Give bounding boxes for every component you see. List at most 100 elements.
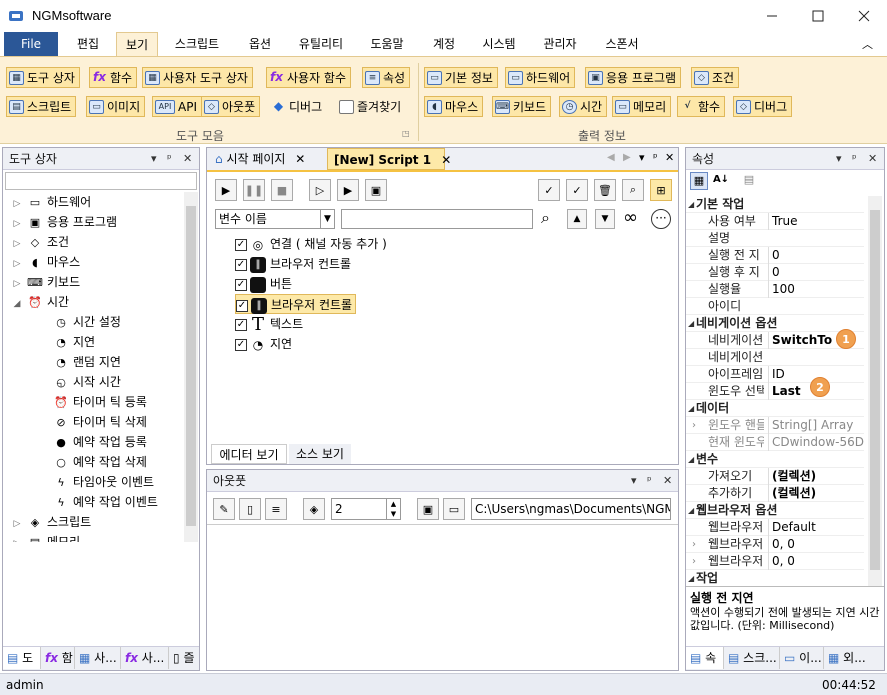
pin-icon[interactable]: ᵖ — [647, 470, 652, 492]
maximize-button[interactable] — [795, 0, 841, 32]
expander-icon[interactable]: ▷ — [11, 534, 23, 542]
panel-close-icon[interactable]: ✕ — [868, 148, 877, 170]
tree-item[interactable]: ◔ 랜덤 지연 — [3, 352, 121, 372]
close-button[interactable] — [841, 0, 887, 32]
delete-button[interactable]: 🗑 — [594, 179, 616, 201]
output-button[interactable]: ◇ 아웃풋 — [201, 96, 261, 117]
action-checkbox[interactable]: ✓ — [235, 338, 247, 351]
expander-icon[interactable]: ▷ — [11, 214, 23, 234]
scrollbar-thumb[interactable] — [870, 210, 880, 570]
tab-functions[interactable]: fx 함 — [41, 647, 75, 669]
tab-script-1[interactable]: [New] Script 1 ✕ — [327, 148, 451, 170]
property-category[interactable]: ◢ 작업 — [686, 570, 864, 586]
function-output-button[interactable]: √ 함수 — [677, 96, 726, 117]
properties-button[interactable]: ≡ 속성 — [362, 67, 411, 88]
property-row[interactable]: 가져오기 (컬렉션) — [686, 468, 864, 485]
tab-sponsor[interactable]: 스폰서 — [596, 32, 648, 56]
expand-icon[interactable]: › — [692, 536, 696, 553]
tab-account[interactable]: 계정 — [422, 32, 466, 56]
tree-view-button[interactable]: ⊞ — [650, 179, 672, 201]
tab-start-page[interactable]: ⌂ 시작 페이지 ✕ — [209, 148, 325, 170]
chevron-down-icon[interactable]: ▼ — [386, 509, 400, 519]
property-category[interactable]: ◢ 기본 작업 — [686, 196, 864, 213]
panel-close-icon[interactable]: ✕ — [663, 470, 672, 492]
collapse-icon[interactable]: ◢ — [688, 315, 694, 332]
time-button[interactable]: ◷ 시간 — [559, 96, 608, 117]
property-value[interactable]: 0, 0 — [768, 536, 864, 553]
tab-close-icon[interactable]: ✕ — [441, 153, 451, 167]
collapse-icon[interactable]: ◢ — [688, 570, 694, 586]
tab-image-props[interactable]: ▭ 이... — [780, 647, 824, 669]
find-button[interactable]: ⌕ — [622, 179, 644, 201]
property-row[interactable]: 설명 — [686, 230, 864, 247]
tab-source-view[interactable]: 소스 보기 — [289, 444, 351, 464]
dropdown-icon[interactable]: ▾ — [151, 148, 157, 170]
script-button[interactable]: ▤ 스크립트 — [6, 96, 77, 117]
alphabetical-button[interactable]: A↓ — [712, 172, 730, 190]
tab-favorites[interactable]: ▯ 즐 — [169, 647, 199, 669]
tab-script[interactable]: 스크립트 — [166, 32, 228, 56]
property-category[interactable]: ◢ 네비게이션 옵션 — [686, 315, 864, 332]
infinity-icon[interactable]: ∞ — [623, 207, 638, 228]
tab-help[interactable]: 도움말 — [362, 32, 412, 56]
tab-view[interactable]: 보기 — [116, 32, 158, 56]
expander-icon[interactable]: ▷ — [11, 514, 23, 534]
tree-item[interactable]: ▷ ◖ 마우스 — [3, 252, 81, 274]
scroll-left-icon[interactable]: ◀ — [607, 152, 615, 163]
collapse-icon[interactable]: ◢ — [688, 196, 694, 213]
property-row[interactable]: 현재 윈도우 CDwindow-56DD — [686, 434, 864, 451]
keyboard-button[interactable]: ⌨ 키보드 — [492, 96, 552, 117]
list-button[interactable]: ≡ — [265, 498, 287, 520]
log-level-stepper[interactable]: 2 ▲ ▼ — [331, 498, 401, 520]
tab-admin[interactable]: 관리자 — [534, 32, 586, 56]
tree-item[interactable]: ◵ 시작 시간 — [3, 372, 121, 392]
pin-icon[interactable]: ᵖ — [653, 151, 658, 164]
expand-icon[interactable]: › — [692, 417, 696, 434]
check-all-button[interactable]: ✓ — [538, 179, 560, 201]
action-item[interactable]: ✓ ‖ 브라우저 컨트롤 — [235, 254, 351, 274]
pin-icon[interactable]: ᵖ — [852, 148, 857, 170]
tree-item[interactable]: ▷ ▤ 메모리 — [3, 532, 81, 542]
property-category[interactable]: ◢ 데이터 — [686, 400, 864, 417]
favorites-button[interactable]: 즐겨찾기 — [336, 96, 406, 117]
property-value[interactable]: (컬렉션) — [768, 485, 864, 502]
tree-item[interactable]: ▷ ▭ 하드웨어 — [3, 192, 92, 212]
memory-button[interactable]: ▭ 메모리 — [612, 96, 672, 117]
run-button[interactable]: ▶ — [215, 179, 237, 201]
user-toolbox-button[interactable]: ▦ 사용자 도구 상자 — [142, 67, 253, 88]
tree-item[interactable]: ○ 예약 작업 삭제 — [3, 452, 147, 472]
dialog-launcher-icon[interactable]: ◳ — [402, 129, 410, 138]
action-item[interactable]: ✓ ◔ 지연 — [235, 334, 292, 354]
output-path-input[interactable]: C:\Users\ngmas\Documents\NGM6\ — [471, 498, 671, 520]
expander-icon[interactable]: ▷ — [11, 254, 23, 274]
property-value[interactable]: 0 — [768, 247, 864, 264]
action-checkbox[interactable]: ✓ — [235, 238, 247, 251]
minimize-button[interactable] — [749, 0, 795, 32]
action-item[interactable]: ✓ ‖ 브라우저 컨트롤 — [235, 294, 357, 314]
property-row[interactable]: 윈도우 선택 Last — [686, 383, 864, 400]
tab-utility[interactable]: 유틸리티 — [290, 32, 352, 56]
run-selected-button[interactable]: ▶ — [337, 179, 359, 201]
tree-item[interactable]: ϟ 타임아웃 이벤트 — [3, 472, 154, 492]
action-checkbox[interactable]: ✓ — [235, 258, 247, 271]
dropdown-icon[interactable]: ▾ — [631, 470, 637, 492]
property-row[interactable]: 실행 후 지 0 — [686, 264, 864, 281]
ribbon-collapse-icon[interactable]: ︿ — [862, 36, 873, 52]
dropdown-icon[interactable]: ▾ — [836, 148, 842, 170]
action-checkbox[interactable]: ✓ — [236, 299, 248, 312]
eraser-button[interactable]: ◈ — [303, 498, 325, 520]
collapse-icon[interactable]: ◢ — [688, 502, 694, 519]
new-output-button[interactable]: ▯ — [239, 498, 261, 520]
expander-icon[interactable]: ◢ — [11, 294, 23, 314]
panel-close-icon[interactable]: ✕ — [665, 151, 674, 164]
tab-properties[interactable]: ▤ 속 — [686, 647, 724, 669]
pause-button[interactable]: ❚❚ — [243, 179, 265, 201]
action-item[interactable]: ✓ ◎ 연결 ( 채널 자동 추가 ) — [235, 234, 387, 254]
expand-icon[interactable]: › — [692, 553, 696, 570]
image-button[interactable]: ▭ 이미지 — [86, 96, 146, 117]
tree-item[interactable]: ◔ 지연 — [3, 332, 95, 352]
expander-icon[interactable]: ▷ — [11, 274, 23, 294]
scrollbar-thumb[interactable] — [186, 206, 196, 526]
tab-external-props[interactable]: ▦ 외... — [824, 647, 882, 669]
condition-button[interactable]: ◇ 조건 — [691, 67, 740, 88]
